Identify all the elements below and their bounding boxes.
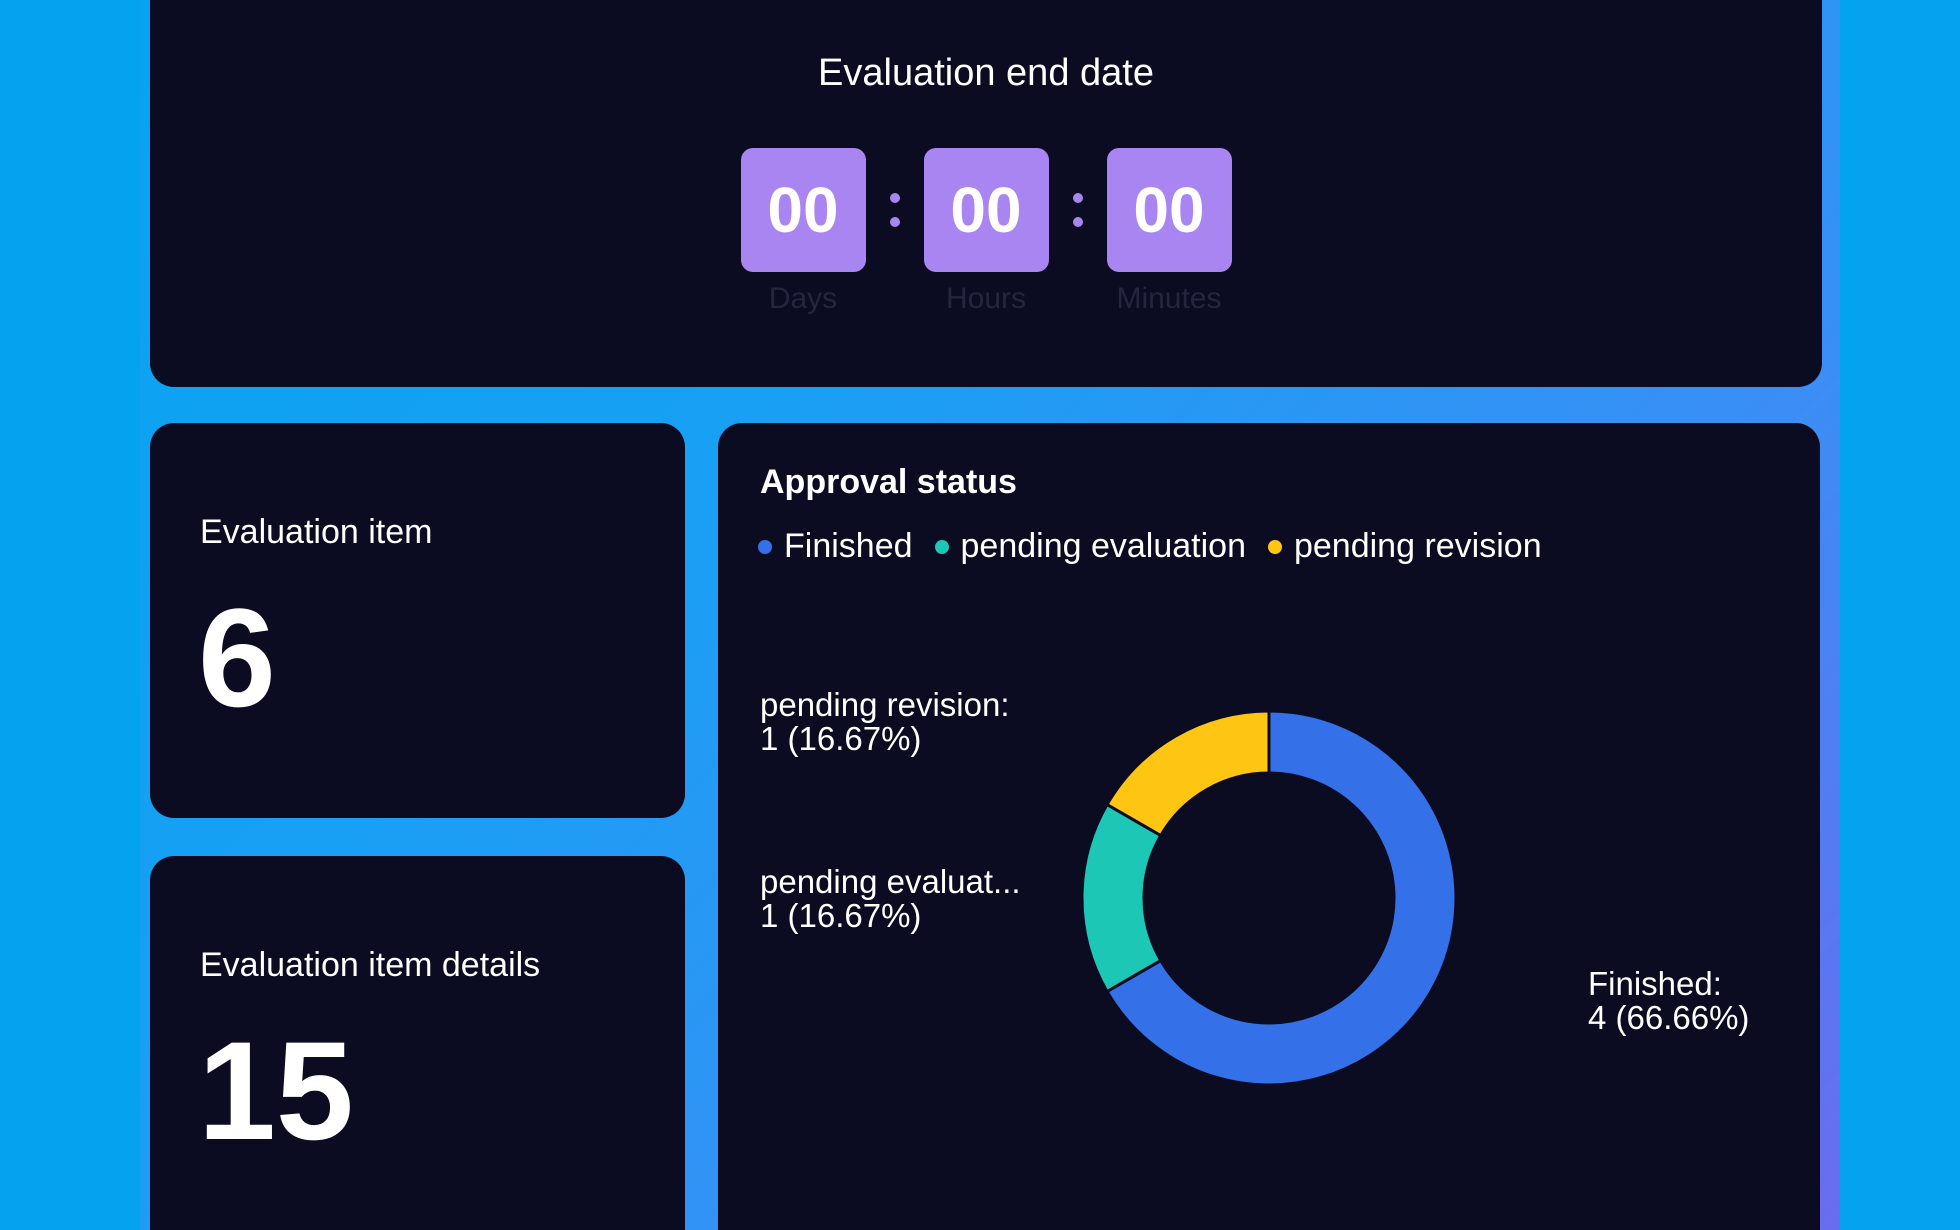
evaluation-item-details-value: 15 [198,1012,354,1169]
slice-label-pending-evaluation: pending evaluat... [760,863,1021,900]
days-label: Days [768,282,838,315]
evaluation-item-label: Evaluation item [200,513,433,551]
slice-value-pending-revision: 1 (16.67%) [760,720,921,757]
countdown-minutes: 00 Minutes [1106,148,1232,316]
days-value: 00 [740,148,866,272]
slice-value-finished: 4 (66.66%) [1588,999,1749,1036]
countdown-separator [866,148,924,272]
countdown-title: Evaluation end date [818,52,1154,94]
evaluation-item-value: 6 [198,579,276,736]
countdown-hours: 00 Hours [923,148,1049,316]
hours-label: Hours [945,282,1027,315]
countdown-days: 00 Days [740,148,866,316]
evaluation-item-card[interactable]: Evaluation item 6 [150,423,685,818]
countdown-timer: 00 Days 00 Hours 00 Minutes [150,148,1822,316]
hours-value: 00 [923,148,1049,272]
countdown-card: Evaluation end date 00 Days 00 Hours 00 … [150,0,1822,387]
countdown-separator [1049,148,1107,272]
slice-value-pending-evaluation: 1 (16.67%) [760,897,921,934]
evaluation-item-details-label: Evaluation item details [200,946,541,984]
minutes-label: Minutes [1116,282,1222,315]
approval-donut-chart: Finished:4 (66.66%)pending evaluat...1 (… [760,686,1749,1087]
slice-label-finished: Finished: [1588,965,1722,1002]
donut-slice-pending-revision[interactable] [1105,709,1271,838]
donut-slice-pending-evaluation[interactable] [1080,802,1163,994]
approval-status-card: Approval status Finished pending evaluat… [718,423,1820,1230]
minutes-value: 00 [1106,148,1232,272]
evaluation-item-details-card[interactable]: Evaluation item details 15 [150,856,685,1230]
slice-label-pending-revision: pending revision: [760,686,1010,723]
